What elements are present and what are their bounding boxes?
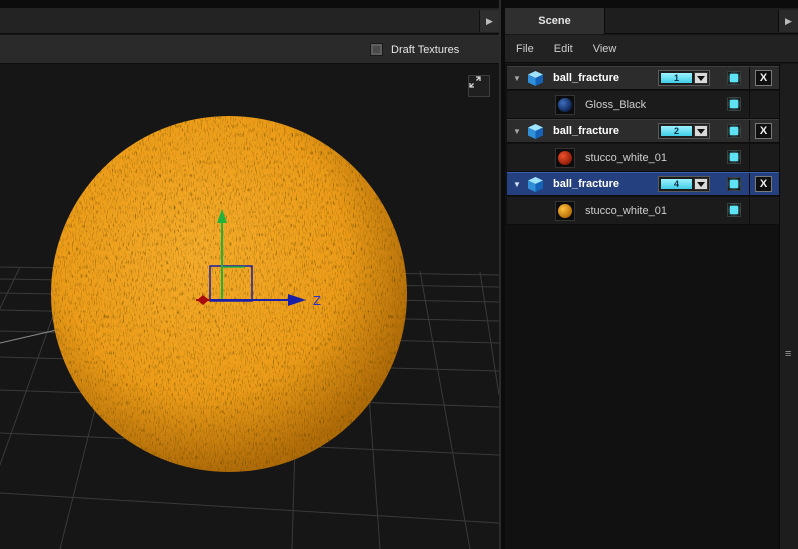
layer-number: 4 bbox=[661, 179, 692, 189]
scene-panel: Scene ▶ File Edit View ▼ ball_fracture 1… bbox=[505, 0, 798, 549]
orange-sphere-object bbox=[51, 116, 407, 472]
visibility-toggle[interactable] bbox=[727, 177, 741, 191]
menu-view[interactable]: View bbox=[593, 43, 617, 55]
layer-dropdown[interactable]: 2 bbox=[658, 123, 710, 139]
scene-top-strip bbox=[505, 0, 798, 8]
cube-icon bbox=[528, 124, 543, 139]
expand-toggle-icon[interactable]: ▼ bbox=[513, 180, 521, 189]
column-divider bbox=[749, 173, 750, 195]
visibility-toggle[interactable] bbox=[727, 124, 741, 138]
material-row[interactable]: stucco_white_01 bbox=[507, 144, 779, 172]
viewport-panel: ▶ Draft Textures Z bbox=[0, 0, 501, 549]
scene-object-row-selected[interactable]: ▼ ball_fracture 4 X bbox=[507, 172, 779, 196]
column-divider bbox=[749, 197, 750, 224]
scene-panel-menu-arrow-icon[interactable]: ▶ bbox=[778, 10, 798, 32]
chevron-down-icon[interactable] bbox=[694, 125, 708, 137]
3d-viewport-canvas[interactable]: Z bbox=[0, 65, 499, 549]
expand-toggle-icon[interactable]: ▼ bbox=[513, 127, 521, 136]
viewport-panel-menu-arrow-icon[interactable]: ▶ bbox=[479, 10, 499, 32]
material-name: Gloss_Black bbox=[585, 99, 647, 111]
scene-object-row[interactable]: ▼ ball_fracture 2 X bbox=[507, 119, 779, 143]
material-name: stucco_white_01 bbox=[585, 205, 667, 217]
delete-object-button[interactable]: X bbox=[755, 123, 772, 139]
menu-file[interactable]: File bbox=[516, 43, 534, 55]
column-divider bbox=[749, 120, 750, 142]
viewport-top-strip bbox=[0, 0, 501, 8]
material-thumbnail bbox=[555, 148, 575, 168]
cube-icon bbox=[528, 71, 543, 86]
viewport-tab-bar: ▶ bbox=[0, 8, 501, 34]
scene-tab-bar: Scene ▶ bbox=[505, 8, 798, 34]
menu-edit[interactable]: Edit bbox=[554, 43, 573, 55]
delete-object-button[interactable]: X bbox=[755, 176, 772, 192]
material-visibility-toggle[interactable] bbox=[727, 150, 741, 164]
scrollbar-grip-icon[interactable]: ≡ bbox=[785, 349, 791, 360]
layer-number: 1 bbox=[661, 73, 692, 83]
material-row[interactable]: stucco_white_01 bbox=[507, 197, 779, 225]
cube-icon bbox=[528, 177, 543, 192]
chevron-down-icon[interactable] bbox=[694, 178, 708, 190]
draft-textures-label: Draft Textures bbox=[391, 43, 460, 56]
column-divider bbox=[749, 91, 750, 118]
expand-toggle-icon[interactable]: ▼ bbox=[513, 74, 521, 83]
viewport-toolbar: Draft Textures bbox=[0, 35, 501, 64]
delete-object-button[interactable]: X bbox=[755, 70, 772, 86]
tab-scene[interactable]: Scene bbox=[505, 8, 605, 34]
draft-textures-checkbox[interactable] bbox=[370, 43, 383, 56]
chevron-down-icon[interactable] bbox=[694, 72, 708, 84]
scene-list-scrollbar[interactable]: ≡ bbox=[779, 64, 798, 549]
scene-object-row[interactable]: ▼ ball_fracture 1 X bbox=[507, 66, 779, 90]
object-name: ball_fracture bbox=[553, 178, 620, 190]
object-name: ball_fracture bbox=[553, 72, 620, 84]
material-name: stucco_white_01 bbox=[585, 152, 667, 164]
layer-dropdown[interactable]: 4 bbox=[658, 176, 710, 192]
scene-menu-bar: File Edit View bbox=[505, 35, 798, 63]
maximize-viewport-button[interactable] bbox=[468, 75, 490, 97]
material-thumbnail bbox=[555, 201, 575, 221]
material-visibility-toggle[interactable] bbox=[727, 97, 741, 111]
z-axis-label: Z bbox=[313, 293, 321, 308]
maximize-icon bbox=[469, 76, 481, 88]
layer-number: 2 bbox=[661, 126, 692, 136]
column-divider bbox=[749, 144, 750, 171]
scene-object-list: ▼ ball_fracture 1 X Gloss_Black ▼ ball_f… bbox=[505, 64, 779, 549]
draft-textures-toggle[interactable]: Draft Textures bbox=[370, 43, 459, 56]
layer-dropdown[interactable]: 1 bbox=[658, 70, 710, 86]
material-visibility-toggle[interactable] bbox=[727, 203, 741, 217]
material-thumbnail bbox=[555, 95, 575, 115]
visibility-toggle[interactable] bbox=[727, 71, 741, 85]
material-row[interactable]: Gloss_Black bbox=[507, 91, 779, 119]
app-window: ▶ Draft Textures Z Scene ▶ File Edit Vie… bbox=[0, 0, 798, 549]
object-name: ball_fracture bbox=[553, 125, 620, 137]
column-divider bbox=[749, 67, 750, 89]
